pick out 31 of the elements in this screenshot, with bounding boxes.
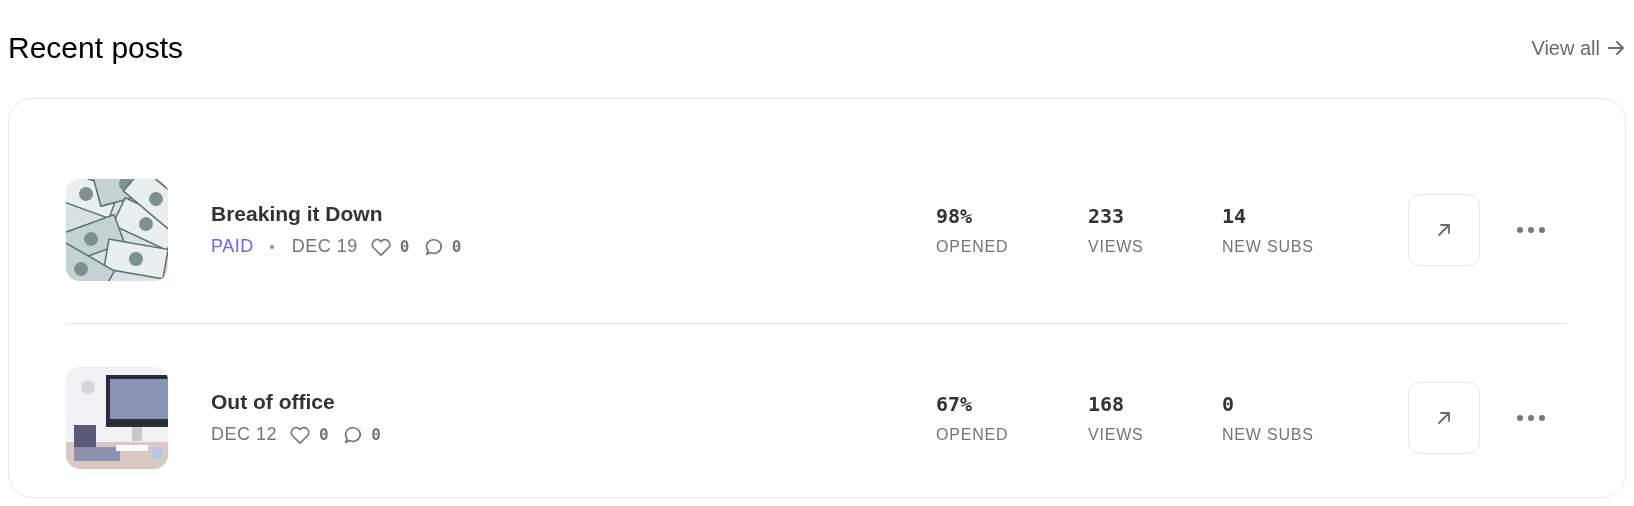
- stat-label: NEW SUBS: [1222, 425, 1315, 444]
- like-count: 0: [319, 425, 330, 444]
- view-all-link[interactable]: View all: [1531, 36, 1626, 60]
- stat-value: 14: [1222, 203, 1248, 228]
- stat-value: 98%: [936, 203, 974, 228]
- comment-count: 0: [451, 237, 462, 256]
- more-icon: [1516, 225, 1546, 234]
- post-title[interactable]: Out of office: [211, 390, 936, 414]
- paid-label: PAID: [211, 236, 254, 257]
- stat-label: NEW SUBS: [1222, 237, 1315, 256]
- stat-value: 168: [1088, 391, 1126, 416]
- stat-label: OPENED: [936, 425, 1010, 444]
- stat-label: VIEWS: [1088, 425, 1145, 444]
- like-count: 0: [399, 237, 410, 256]
- stat-value: 233: [1088, 203, 1126, 228]
- comment-icon: [343, 424, 364, 445]
- stat-value: 0: [1222, 391, 1236, 416]
- stat-label: OPENED: [936, 237, 1010, 256]
- heart-icon: [369, 236, 392, 257]
- separator-dot: [269, 244, 274, 249]
- post-title[interactable]: Breaking it Down: [211, 202, 936, 226]
- stat-value: 67%: [936, 391, 974, 416]
- more-icon: [1516, 413, 1546, 422]
- heart-icon: [289, 424, 312, 445]
- section-title: Recent posts: [8, 31, 184, 65]
- stat-label: VIEWS: [1088, 237, 1145, 256]
- comment-icon: [423, 236, 444, 257]
- arrow-right-icon: [1606, 38, 1626, 58]
- post-date: DEC 19: [291, 236, 358, 257]
- comment-count: 0: [371, 425, 382, 444]
- post-date: DEC 12: [211, 424, 278, 445]
